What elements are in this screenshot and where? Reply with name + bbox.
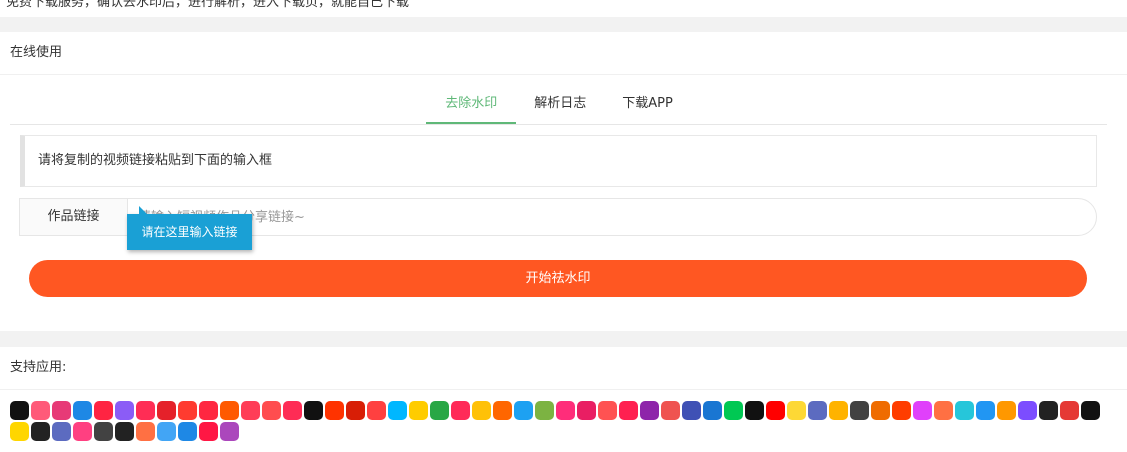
app-logo-icon xyxy=(199,422,218,441)
app-logo-icon xyxy=(73,422,92,441)
app-logo-icon xyxy=(1039,401,1058,420)
supported-app-icons xyxy=(10,401,1110,443)
video-link-input[interactable] xyxy=(127,198,1097,236)
online-use-card: 在线使用 去除水印 解析日志 下载APP 请将复制的视频链接粘贴到下面的输入框 … xyxy=(0,32,1127,331)
app-logo-icon xyxy=(976,401,995,420)
app-logo-icon xyxy=(346,401,365,420)
app-logo-icon xyxy=(766,401,785,420)
app-logo-icon xyxy=(724,401,743,420)
app-logo-icon xyxy=(157,401,176,420)
tab-parse-log[interactable]: 解析日志 xyxy=(516,87,604,124)
app-logo-icon xyxy=(241,401,260,420)
app-logo-icon xyxy=(703,401,722,420)
app-logo-icon xyxy=(136,401,155,420)
app-logo-icon xyxy=(598,401,617,420)
supported-apps-header: 支持应用: xyxy=(0,347,1127,390)
app-logo-icon xyxy=(619,401,638,420)
app-logo-icon xyxy=(829,401,848,420)
app-logo-icon xyxy=(955,401,974,420)
app-logo-icon xyxy=(535,401,554,420)
online-use-header: 在线使用 xyxy=(0,32,1127,75)
app-logo-icon xyxy=(283,401,302,420)
app-logo-icon xyxy=(913,401,932,420)
app-logo-icon xyxy=(808,401,827,420)
app-logo-icon xyxy=(178,401,197,420)
input-hint-tooltip: 请在这里输入链接 xyxy=(127,206,252,250)
app-logo-icon xyxy=(1081,401,1100,420)
app-logo-icon xyxy=(934,401,953,420)
app-logo-icon xyxy=(178,422,197,441)
app-logo-icon xyxy=(10,422,29,441)
app-logo-icon xyxy=(199,401,218,420)
tab-bar: 去除水印 解析日志 下载APP xyxy=(10,87,1107,125)
app-logo-icon xyxy=(787,401,806,420)
app-logo-icon xyxy=(52,422,71,441)
app-logo-icon xyxy=(682,401,701,420)
app-logo-icon xyxy=(892,401,911,420)
top-notice-text: 免费下载服务，确认去水印后，进行解析，进入下载页，就能自己下载 xyxy=(6,0,410,10)
app-logo-icon xyxy=(304,401,323,420)
app-logo-icon xyxy=(94,401,113,420)
app-logo-icon xyxy=(73,401,92,420)
app-logo-icon xyxy=(31,422,50,441)
app-logo-icon xyxy=(556,401,575,420)
app-logo-icon xyxy=(220,422,239,441)
app-logo-icon xyxy=(10,401,29,420)
app-logo-icon xyxy=(94,422,113,441)
app-logo-icon xyxy=(52,401,71,420)
app-logo-icon xyxy=(220,401,239,420)
app-logo-icon xyxy=(451,401,470,420)
app-logo-icon xyxy=(640,401,659,420)
top-notice-strip: 免费下载服务，确认去水印后，进行解析，进入下载页，就能自己下载 xyxy=(0,0,1127,17)
start-remove-watermark-button[interactable]: 开始祛水印 xyxy=(29,260,1087,297)
app-logo-icon xyxy=(850,401,869,420)
app-logo-icon xyxy=(1018,401,1037,420)
app-logo-icon xyxy=(871,401,890,420)
app-logo-icon xyxy=(493,401,512,420)
app-logo-icon xyxy=(262,401,281,420)
app-logo-icon xyxy=(136,422,155,441)
tab-download-app[interactable]: 下载APP xyxy=(604,87,691,124)
app-logo-icon xyxy=(661,401,680,420)
app-logo-icon xyxy=(430,401,449,420)
app-logo-icon xyxy=(409,401,428,420)
app-logo-icon xyxy=(325,401,344,420)
instruction-quote: 请将复制的视频链接粘贴到下面的输入框 xyxy=(20,135,1097,187)
app-logo-icon xyxy=(745,401,764,420)
app-logo-icon xyxy=(31,401,50,420)
app-logo-icon xyxy=(157,422,176,441)
app-logo-icon xyxy=(115,401,134,420)
app-logo-icon xyxy=(514,401,533,420)
app-logo-icon xyxy=(115,422,134,441)
app-logo-icon xyxy=(388,401,407,420)
app-logo-icon xyxy=(472,401,491,420)
supported-apps-card: 支持应用: xyxy=(0,347,1127,452)
app-logo-icon xyxy=(577,401,596,420)
app-logo-icon xyxy=(997,401,1016,420)
app-logo-icon xyxy=(1060,401,1079,420)
link-label: 作品链接 xyxy=(19,198,127,236)
app-logo-icon xyxy=(367,401,386,420)
tab-remove-watermark[interactable]: 去除水印 xyxy=(426,87,517,124)
